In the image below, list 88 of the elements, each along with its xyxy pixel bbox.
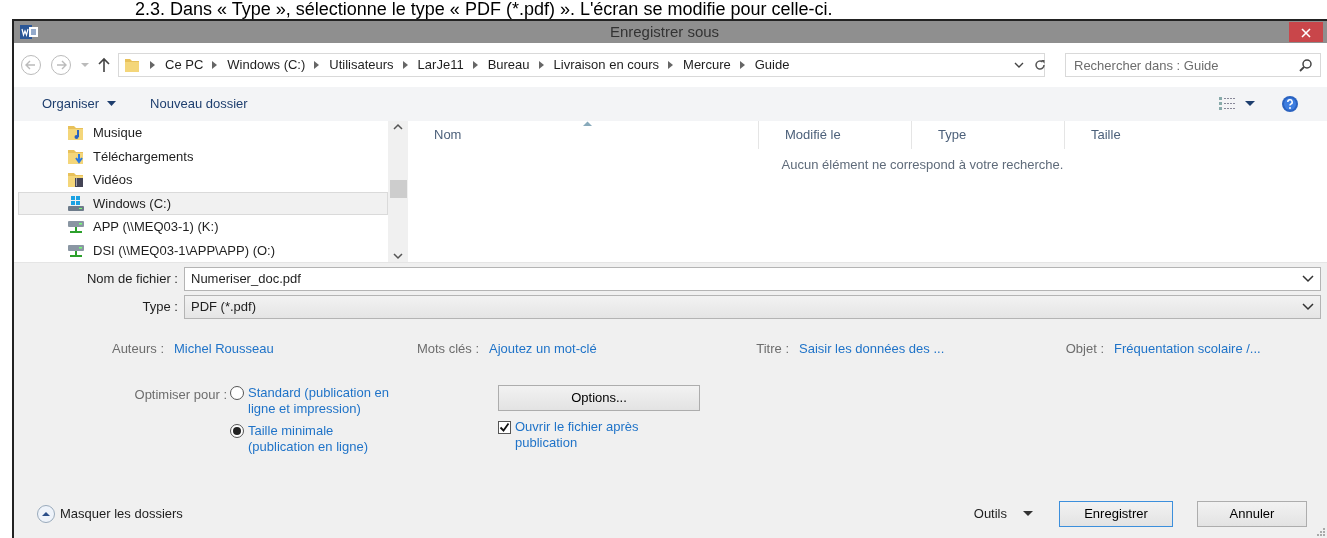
separator-icon: [472, 61, 479, 69]
field-label: Type :: [141, 298, 179, 317]
sidebar-item[interactable]: Windows (C:): [18, 191, 388, 215]
checkbox-label[interactable]: Ouvrir le fichier après publication: [515, 418, 678, 451]
scrollbar[interactable]: [388, 121, 408, 262]
up-arrow-icon[interactable]: [98, 57, 110, 73]
type-dropdown[interactable]: PDF (*.pdf): [184, 295, 1321, 319]
hide-folders-button[interactable]: Masquer les dossiers: [36, 504, 183, 524]
column-header-cell[interactable]: Type: [911, 121, 1064, 149]
column-header[interactable]: Type: [938, 125, 967, 145]
separator-icon: [314, 61, 321, 69]
metadata-label: Mots clés :: [415, 340, 479, 358]
sidebar-item[interactable]: Musique: [18, 121, 388, 145]
breadcrumb-item[interactable]: Guide: [754, 55, 790, 75]
close-icon: [1301, 28, 1311, 39]
collapse-icon: [36, 504, 56, 524]
folder-download-icon: [67, 147, 85, 165]
sidebar-item[interactable]: APP (\\MEQ03-1) (K:): [18, 215, 388, 239]
column-header-cell[interactable]: Modifié le: [758, 121, 911, 149]
help-icon[interactable]: [1281, 95, 1299, 113]
separator-icon: [668, 61, 675, 69]
checkbox[interactable]: [498, 420, 511, 434]
separator-icon: [402, 61, 409, 69]
metadata-value[interactable]: Ajoutez un mot-clé: [489, 339, 724, 359]
tools-menu[interactable]: Outils: [973, 504, 1033, 524]
separator-icon: [212, 61, 219, 69]
separator-icon: [739, 61, 746, 69]
radio-label[interactable]: Taille minimale (publication en ligne): [248, 422, 398, 455]
options-button[interactable]: Options...: [498, 384, 700, 411]
dropdown-icon[interactable]: [1302, 275, 1314, 283]
caret-icon: [107, 101, 117, 107]
filename-field[interactable]: Numeriser_doc.pdf: [184, 267, 1321, 291]
breadcrumb-item[interactable]: Ce PC: [165, 55, 204, 75]
resize-grip-icon[interactable]: [1317, 528, 1325, 536]
breadcrumb-item[interactable]: Livraison en cours: [553, 55, 660, 75]
radio-button[interactable]: [230, 385, 244, 400]
column-header[interactable]: Taille: [1091, 125, 1121, 145]
dropdown-icon[interactable]: [1013, 60, 1025, 70]
column-header[interactable]: Modifié le: [785, 125, 841, 145]
metadata-label: Auteurs :: [110, 340, 164, 358]
drive-icon: [67, 194, 85, 212]
new-folder-button[interactable]: Nouveau dossier: [150, 94, 248, 114]
optimize-label: Optimiser pour :: [133, 385, 228, 404]
document-app-icon: [20, 23, 40, 41]
sidebar-item[interactable]: Téléchargements: [18, 144, 388, 168]
column-header[interactable]: Nom: [434, 125, 462, 145]
breadcrumb-item[interactable]: Bureau: [487, 55, 530, 75]
sidebar-item[interactable]: DSI (\\MEQ03-1\APP\APP) (O:): [18, 238, 388, 262]
radio-button[interactable]: [230, 423, 244, 438]
metadata-value[interactable]: Saisir les données des ...: [799, 339, 1039, 359]
organize-menu[interactable]: Organiser: [42, 94, 117, 114]
network-drive-icon: [67, 218, 85, 236]
breadcrumb-item[interactable]: Mercure: [683, 55, 731, 75]
dropdown-icon[interactable]: [1302, 303, 1314, 311]
caret-icon[interactable]: [1245, 101, 1255, 107]
scroll-up-icon[interactable]: [393, 123, 403, 130]
instruction-text: 2.3. Dans « Type », sélectionne le type « PDF (*.pdf) ». L'écran se modifie pour celle-ci.: [134, 0, 834, 19]
folder-music-icon: [67, 124, 85, 142]
metadata-label: Titre :: [755, 340, 789, 358]
address-bar[interactable]: Ce PC Windows (C:) Utilisateurs LarJe11 Bureau Livraison en cours Mercure Guide: [118, 53, 1045, 77]
scroll-down-icon[interactable]: [393, 253, 403, 260]
column-header-cell[interactable]: Nom: [408, 121, 758, 149]
breadcrumb-item[interactable]: Utilisateurs: [329, 55, 394, 75]
search-icon[interactable]: [1299, 58, 1313, 72]
caret-icon: [1023, 511, 1033, 517]
dialog-button[interactable]: Annuler: [1197, 501, 1307, 527]
folder-icon: [123, 56, 141, 74]
close-button[interactable]: [1289, 22, 1323, 42]
column-header-cell[interactable]: Taille: [1064, 121, 1164, 149]
breadcrumb-item[interactable]: LarJe11: [417, 55, 464, 75]
radio-label[interactable]: Standard (publication en ligne et impression): [248, 384, 398, 417]
sidebar-item[interactable]: Vidéos: [18, 168, 388, 192]
view-list-icon[interactable]: [1219, 97, 1237, 111]
separator-icon: [538, 61, 545, 69]
refresh-icon[interactable]: [1033, 58, 1047, 72]
breadcrumb-item[interactable]: Windows (C:): [227, 55, 306, 75]
folder-video-icon: [67, 171, 85, 189]
separator-icon: [150, 61, 156, 69]
dialog-button[interactable]: Enregistrer: [1059, 501, 1173, 527]
search-field[interactable]: Rechercher dans : Guide: [1065, 53, 1321, 77]
scroll-thumb[interactable]: [389, 180, 407, 198]
metadata-value[interactable]: Michel Rousseau: [174, 339, 394, 359]
metadata-value[interactable]: Fréquentation scolaire /...: [1114, 339, 1321, 359]
window-title: Enregistrer sous: [608, 21, 721, 42]
empty-message: Aucun élément ne correspond à votre recherche.: [780, 156, 1065, 174]
sort-arrow-icon: [583, 121, 592, 126]
field-label: Nom de fichier :: [85, 270, 179, 289]
metadata-label: Objet :: [1064, 340, 1104, 358]
